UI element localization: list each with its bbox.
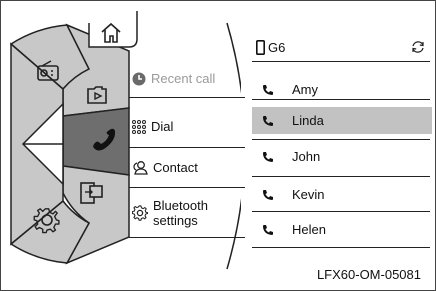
contact-divider xyxy=(252,139,430,140)
contact-name: Linda xyxy=(292,113,324,128)
menu-item-label-line2: settings xyxy=(153,213,198,228)
gear-icon xyxy=(132,205,148,221)
main-menu-wheel xyxy=(9,11,241,270)
call-handset-icon xyxy=(252,224,292,236)
phone-device-icon xyxy=(256,39,265,55)
menu-item-label: Recent call xyxy=(151,71,216,86)
contact-row-kevin[interactable]: Kevin xyxy=(252,181,432,208)
menu-item-label-group: Bluetooth settings xyxy=(153,198,208,228)
call-handset-icon xyxy=(252,151,292,163)
call-handset-icon xyxy=(252,189,292,201)
infotainment-screen: Recent call Dial Contact Bluetooth setti… xyxy=(0,0,436,291)
contact-divider xyxy=(252,176,430,177)
contact-name: Kevin xyxy=(292,187,325,202)
menu-item-label: Contact xyxy=(153,160,198,175)
contact-name: Helen xyxy=(292,222,326,237)
contact-name: John xyxy=(292,149,321,164)
menu-item-label: Dial xyxy=(151,119,174,134)
menu-divider xyxy=(129,237,245,238)
contact-row-helen[interactable]: Helen xyxy=(252,216,432,243)
dial-keypad-icon xyxy=(132,119,146,134)
contact-row-john[interactable]: John xyxy=(252,143,432,170)
contact-divider xyxy=(252,211,430,212)
contact-divider xyxy=(252,99,430,100)
contact-row-linda[interactable]: Linda xyxy=(252,107,432,134)
menu-item-contact[interactable]: Contact xyxy=(132,160,244,175)
contact-name: Amy xyxy=(292,82,318,97)
refresh-icon[interactable] xyxy=(411,40,425,54)
contact-icon xyxy=(132,160,148,175)
call-handset-icon xyxy=(252,115,292,127)
menu-item-label-line1: Bluetooth xyxy=(153,198,208,213)
contact-divider xyxy=(252,247,430,248)
menu-item-bluetooth-settings[interactable]: Bluetooth settings xyxy=(132,198,244,228)
wheel-segment-phone[interactable] xyxy=(62,107,130,176)
menu-item-recent-call[interactable]: Recent call xyxy=(132,71,244,86)
menu-divider xyxy=(129,147,245,148)
device-header: G6 xyxy=(252,35,432,59)
contact-divider xyxy=(252,61,430,62)
menu-divider xyxy=(129,187,245,188)
device-name: G6 xyxy=(268,39,286,55)
menu-divider xyxy=(129,97,245,98)
wheel-arc xyxy=(226,22,241,270)
recent-clock-icon xyxy=(132,72,146,86)
call-handset-icon xyxy=(252,84,292,96)
menu-item-dial[interactable]: Dial xyxy=(132,119,244,134)
document-code: LFX60-OM-05081 xyxy=(316,267,421,282)
